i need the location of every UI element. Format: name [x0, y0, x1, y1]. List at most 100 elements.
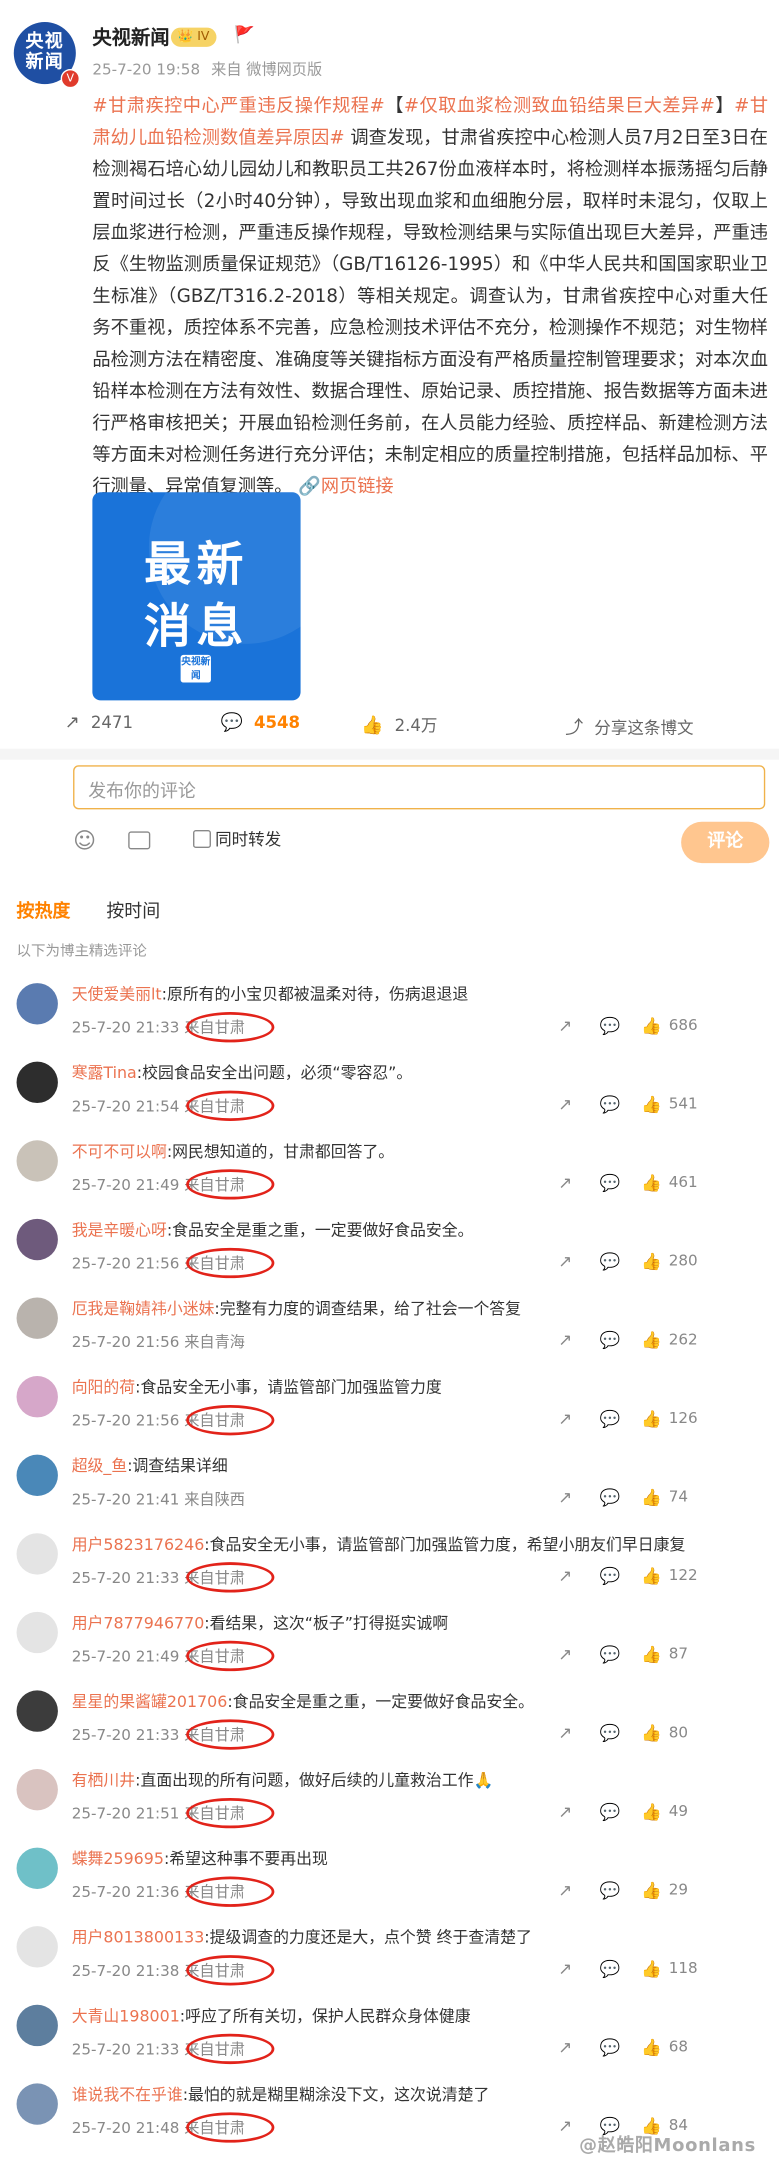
commenter-avatar[interactable] — [16, 1926, 58, 1968]
hashtag-1[interactable]: #甘肃疾控中心严重违反操作规程# — [92, 97, 384, 118]
repost-icon[interactable]: ↗ — [558, 1881, 572, 1900]
commenter-avatar[interactable] — [16, 1611, 58, 1654]
account-name[interactable]: 央视新闻 — [92, 23, 169, 51]
commenter-name[interactable]: 不可不可以啊 — [72, 1142, 167, 1161]
comment-time: 25-7-20 21:56 — [71, 1333, 180, 1352]
location-highlight-circle — [186, 1955, 275, 1986]
reply-icon[interactable]: 💬 — [600, 1881, 621, 1900]
repost-icon[interactable]: ↗ — [558, 2038, 572, 2057]
commenter-name[interactable]: 寒露Tina — [72, 1063, 137, 1082]
reply-icon[interactable]: 💬 — [600, 1252, 621, 1271]
commenter-name[interactable]: 大青山198001 — [72, 2006, 180, 2025]
thumbs-up-icon[interactable]: 👍 — [641, 1252, 662, 1271]
reply-icon[interactable]: 💬 — [600, 1488, 621, 1507]
reply-icon[interactable]: 💬 — [600, 1409, 621, 1428]
commenter-avatar[interactable] — [16, 1454, 58, 1496]
commenter-avatar[interactable] — [16, 1061, 58, 1104]
reply-icon[interactable]: 💬 — [600, 1645, 621, 1664]
repost-icon[interactable]: ↗ — [558, 1802, 572, 1821]
thumbs-up-icon[interactable]: 👍 — [641, 1173, 662, 1192]
like-button[interactable]: 👍 2.4万 — [361, 713, 437, 737]
commenter-avatar[interactable] — [16, 1690, 58, 1732]
comment-input[interactable]: 发布你的评论 — [73, 765, 766, 810]
thumbs-up-icon[interactable]: 👍 — [641, 1488, 662, 1507]
thumbs-up-icon[interactable]: 👍 — [641, 1724, 662, 1743]
also-repost-checkbox[interactable] — [193, 830, 211, 848]
repost-icon[interactable]: ↗ — [558, 1959, 572, 1978]
thumbs-up-icon[interactable]: 👍 — [641, 1016, 662, 1035]
comment-like-count: 80 — [668, 1723, 689, 1742]
commenter-name[interactable]: 天使爱美丽lt — [72, 984, 162, 1003]
commenter-name[interactable]: 星星的果酱罐201706 — [72, 1692, 228, 1711]
submit-comment-button[interactable]: 评论 — [681, 821, 770, 864]
commenter-name[interactable]: 蝶舞259695 — [72, 1849, 164, 1868]
share-button[interactable]: ⤴ 分享这条博文 — [565, 713, 693, 739]
commenter-name[interactable]: 谁说我不在乎谁 — [72, 2085, 183, 2104]
repost-icon[interactable]: ↗ — [558, 1566, 572, 1585]
commenter-name[interactable]: 用户8013800133 — [72, 1928, 205, 1947]
reply-icon[interactable]: 💬 — [600, 2038, 621, 2057]
commenter-avatar[interactable] — [16, 983, 58, 1025]
commenter-avatar[interactable] — [16, 1297, 58, 1339]
emoji-icon[interactable]: ☺ — [73, 827, 96, 853]
reply-icon[interactable]: 💬 — [600, 1959, 621, 1978]
thumbs-up-icon[interactable]: 👍 — [641, 1959, 662, 1978]
commenter-name[interactable]: 厄我是鞠婧祎小迷妹 — [72, 1299, 215, 1318]
commenter-avatar[interactable] — [16, 1140, 58, 1182]
commenter-avatar[interactable] — [16, 1769, 58, 1811]
commenter-avatar[interactable] — [16, 1376, 58, 1418]
reply-icon[interactable]: 💬 — [600, 1016, 621, 1035]
tab-time[interactable]: 按时间 — [106, 902, 160, 923]
thumbs-up-icon[interactable]: 👍 — [641, 1645, 662, 1664]
post-time[interactable]: 25-7-20 19:58 — [92, 61, 200, 79]
thumbs-up-icon[interactable]: 👍 — [641, 1566, 662, 1585]
reply-icon[interactable]: 💬 — [600, 1802, 621, 1821]
repost-button[interactable]: ↗ 2471 — [65, 713, 133, 734]
repost-icon[interactable]: ↗ — [558, 1095, 572, 1114]
commenter-name[interactable]: 有栖川井 — [72, 1770, 135, 1789]
reply-icon[interactable]: 💬 — [600, 1095, 621, 1114]
repost-icon[interactable]: ↗ — [558, 1488, 572, 1507]
comment-item: 寒露Tina:校园食品安全出问题，必须“零容忍”。 25-7-20 21:54 … — [0, 1051, 779, 1130]
reply-icon[interactable]: 💬 — [600, 1724, 621, 1743]
commenter-name[interactable]: 用户7877946770 — [72, 1613, 205, 1632]
hashtag-headline[interactable]: #仅取血浆检测致血铅结果巨大差异# — [404, 97, 715, 118]
commenter-name[interactable]: 向阳的荷 — [72, 1377, 135, 1396]
reply-icon[interactable]: 💬 — [600, 1173, 621, 1192]
commenter-name[interactable]: 超级_鱼 — [72, 1456, 127, 1475]
comment-like-count: 118 — [668, 1959, 698, 1978]
commenter-name[interactable]: 用户5823176246 — [72, 1535, 205, 1554]
commenter-avatar[interactable] — [16, 1218, 58, 1261]
commenter-avatar[interactable] — [16, 2004, 58, 2047]
commenter-avatar[interactable] — [16, 1847, 58, 1889]
post-image-card[interactable]: 最新 消息 央视新闻 — [92, 492, 301, 701]
image-icon[interactable] — [128, 831, 151, 850]
repost-icon[interactable]: ↗ — [558, 1016, 572, 1035]
reply-icon[interactable]: 💬 — [600, 1331, 621, 1350]
commenter-avatar[interactable] — [16, 2083, 58, 2125]
comment-item: 星星的果酱罐201706:食品安全是重之重，一定要做好食品安全。 25-7-20… — [0, 1679, 779, 1758]
thumbs-up-icon[interactable]: 👍 — [641, 2038, 662, 2057]
comment-like-count: 74 — [668, 1487, 689, 1506]
comment-meta: 25-7-20 21:56 来自青海 — [72, 1331, 245, 1353]
tab-hot[interactable]: 按热度 — [17, 902, 71, 923]
comment-like-count: 461 — [668, 1173, 698, 1192]
comment-text: 用户5823176246:食品安全无小事，请监管部门加强监管力度，希望小朋友们早… — [72, 1533, 720, 1555]
repost-icon[interactable]: ↗ — [558, 1173, 572, 1192]
thumbs-up-icon[interactable]: 👍 — [641, 1409, 662, 1428]
commenter-avatar[interactable] — [16, 1533, 58, 1575]
web-link[interactable]: 🔗网页链接 — [292, 477, 393, 498]
commenter-name[interactable]: 我是辛暖心呀 — [72, 1220, 167, 1239]
repost-icon[interactable]: ↗ — [558, 1724, 572, 1743]
repost-icon[interactable]: ↗ — [558, 1331, 572, 1350]
repost-icon[interactable]: ↗ — [558, 1645, 572, 1664]
thumbs-up-icon[interactable]: 👍 — [641, 1881, 662, 1900]
repost-icon[interactable]: ↗ — [558, 1252, 572, 1271]
repost-icon[interactable]: ↗ — [558, 2116, 572, 2135]
thumbs-up-icon[interactable]: 👍 — [641, 1331, 662, 1350]
comment-button[interactable]: 💬 4548 — [221, 713, 300, 734]
reply-icon[interactable]: 💬 — [600, 1566, 621, 1585]
repost-icon[interactable]: ↗ — [558, 1409, 572, 1428]
thumbs-up-icon[interactable]: 👍 — [641, 1802, 662, 1821]
thumbs-up-icon[interactable]: 👍 — [641, 1095, 662, 1114]
